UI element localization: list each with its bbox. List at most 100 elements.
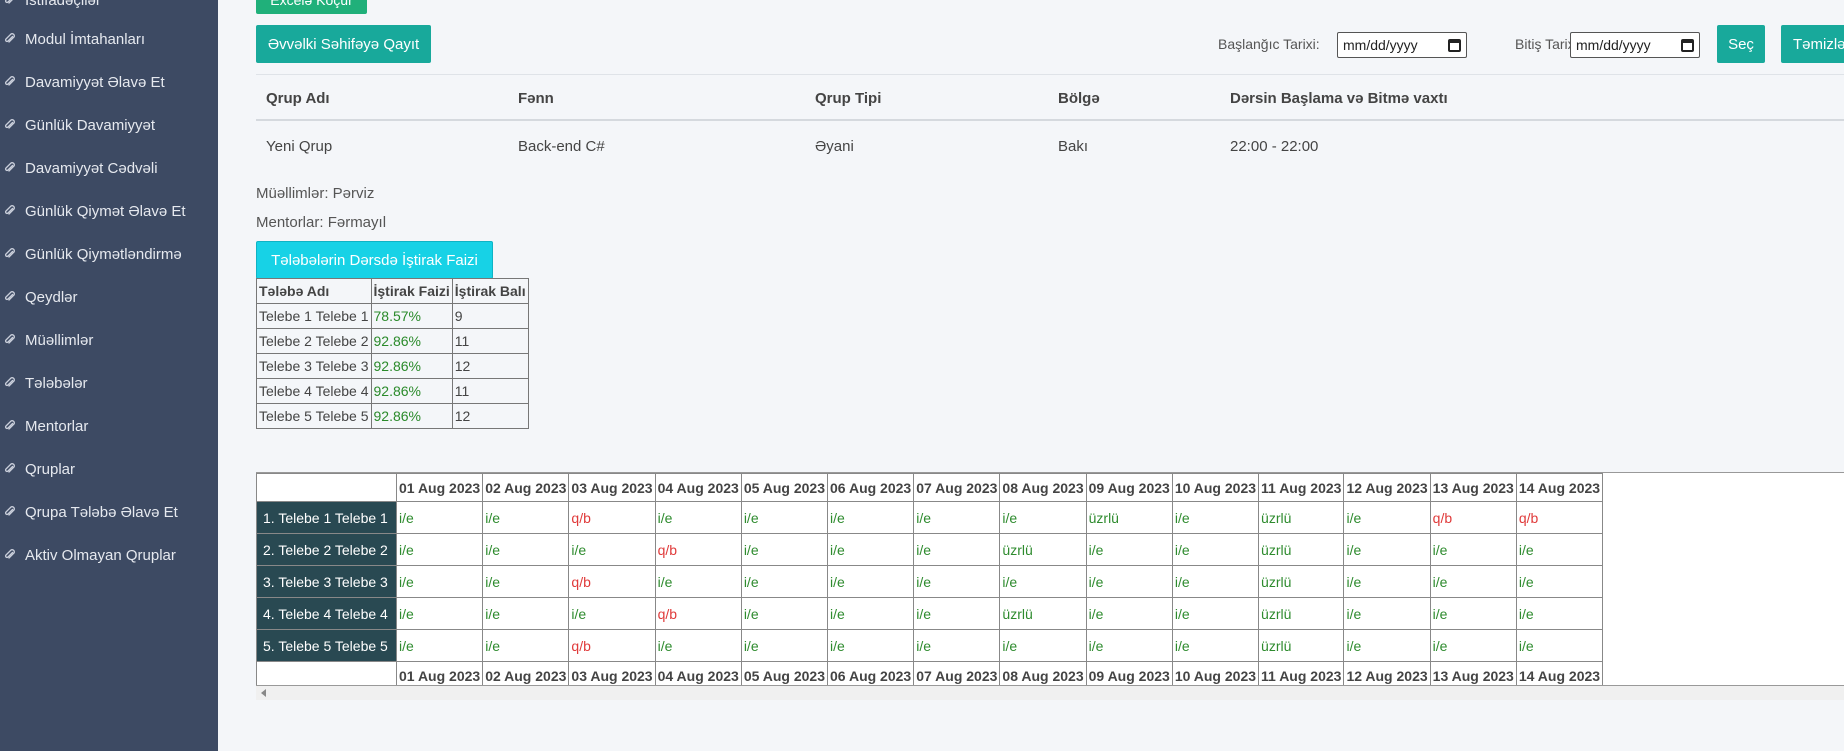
group-info-row: Yeni Qrup Back-end C# Əyani Bakı 22:00 -…	[256, 123, 1844, 170]
calendar-icon[interactable]	[1681, 38, 1694, 52]
sidebar-item[interactable]: Aktiv Olmayan Qruplar	[0, 535, 218, 575]
attendance-mark: i/e	[1515, 565, 1604, 598]
attendance-mark: i/e	[1515, 533, 1604, 566]
attendance-mark: i/e	[1085, 533, 1173, 566]
attendance-mark: i/e	[999, 629, 1087, 662]
header-participation-score: İştirak Balı	[451, 278, 529, 304]
attendance-table-wrapper[interactable]: 01 Aug 2023 02 Aug 2023 03 Aug 2023 04 Aug …	[256, 472, 1844, 686]
paperclip-icon	[4, 549, 15, 559]
sidebar-item[interactable]: Qrupa Tələbə Əlavə Et	[0, 492, 218, 532]
participation-percent: 78.57%	[370, 303, 453, 329]
attendance-mark: i/e	[482, 597, 570, 630]
start-date-input[interactable]: mm/dd/yyyy	[1337, 32, 1467, 58]
student-name: Telebe 5 Telebe 5	[256, 403, 372, 429]
attendance-date-row: 01 Aug 2023 02 Aug 2023 03 Aug 2023 04 Aug …	[256, 473, 1604, 502]
date-header: 02 Aug 2023	[482, 473, 570, 502]
export-excel-button[interactable]: Excelə Köçür	[256, 0, 367, 14]
attendance-mark: i/e	[395, 533, 484, 566]
paperclip-icon	[4, 119, 15, 129]
attendance-mark: i/e	[1171, 597, 1260, 630]
sidebar-item[interactable]: Günlük Qiymət Əlavə Et	[0, 191, 218, 231]
attendance-mark: i/e	[482, 533, 570, 566]
attendance-mark: üzrlü	[1258, 629, 1345, 662]
attendance-mark: q/b	[568, 501, 656, 534]
date-header: 11 Aug 2023	[1258, 473, 1345, 502]
sidebar-item[interactable]: Müəllimlər	[0, 320, 218, 360]
group-info-header: Qrup Adı Fənn Qrup Tipi Bölgə Dərsin Baş…	[256, 74, 1844, 121]
attendance-mark: i/e	[1343, 533, 1431, 566]
attendance-row: 5. Telebe 5 Telebe 5 i/e i/e q/b i/e i/e i/e i/…	[256, 629, 1604, 662]
participation-score: 11	[451, 328, 529, 354]
attendance-row: 2. Telebe 2 Telebe 2 i/e i/e i/e q/b i/e i/e i/…	[256, 533, 1604, 566]
date-header: 13 Aug 2023	[1429, 473, 1517, 502]
attendance-mark: q/b	[1429, 501, 1517, 534]
end-date-placeholder: mm/dd/yyyy	[1576, 37, 1651, 53]
participation-row: Telebe 3 Telebe 3 92.86% 12	[256, 353, 529, 379]
participation-percent: 92.86%	[370, 378, 453, 404]
attendance-row: 4. Telebe 4 Telebe 4 i/e i/e i/e q/b i/e i/e i/…	[256, 597, 1604, 630]
date-header: 12 Aug 2023	[1343, 661, 1431, 685]
sidebar-item-label: İstifadəçilər	[25, 0, 101, 9]
sidebar-item[interactable]: Mentorlar	[0, 406, 218, 446]
attendance-mark: i/e	[1515, 597, 1604, 630]
participation-percent: 92.86%	[370, 403, 453, 429]
corner-cell	[256, 473, 397, 502]
sidebar-item[interactable]: Davamiyyət Əlavə Et	[0, 62, 218, 102]
sidebar-item-label: Davamiyyət Əlavə Et	[25, 73, 165, 91]
sidebar-item[interactable]: Modul İmtahanları	[0, 19, 218, 59]
date-header: 06 Aug 2023	[827, 661, 915, 685]
sidebar-item[interactable]: Tələbələr	[0, 363, 218, 403]
attendance-mark: i/e	[1343, 597, 1431, 630]
select-button[interactable]: Seç	[1717, 25, 1765, 63]
attendance-mark: i/e	[1429, 565, 1517, 598]
main-content: Excelə Köçür Əvvəlki Səhifəyə Qayıt Başl…	[218, 0, 1844, 751]
student-row-header: 1. Telebe 1 Telebe 1	[256, 501, 397, 534]
date-header: 09 Aug 2023	[1085, 473, 1173, 502]
paperclip-icon	[4, 0, 13, 4]
attendance-mark: i/e	[568, 533, 656, 566]
horizontal-scrollbar[interactable]	[256, 686, 1844, 700]
attendance-mark: i/e	[827, 533, 915, 566]
sidebar-item-label: Aktiv Olmayan Qruplar	[25, 546, 176, 564]
participation-row: Telebe 4 Telebe 4 92.86% 11	[256, 378, 529, 404]
attendance-mark: q/b	[654, 533, 742, 566]
clear-button[interactable]: Təmizlə	[1781, 25, 1844, 63]
attendance-mark: i/e	[999, 565, 1087, 598]
attendance-mark: i/e	[913, 533, 1001, 566]
date-header: 03 Aug 2023	[568, 473, 656, 502]
attendance-row: 1. Telebe 1 Telebe 1 i/e i/e q/b i/e i/e i/e i/…	[256, 501, 1604, 534]
attendance-mark: i/e	[913, 501, 1001, 534]
attendance-mark: i/e	[740, 533, 829, 566]
sidebar-item[interactable]: Günlük Davamiyyət	[0, 105, 218, 145]
attendance-mark: i/e	[482, 501, 570, 534]
sidebar-item[interactable]: Qruplar	[0, 449, 218, 489]
sidebar-item[interactable]: Günlük Qiymətləndirmə	[0, 234, 218, 274]
sidebar-item[interactable]: İstifadəçilər	[0, 0, 218, 20]
participation-row: Telebe 1 Telebe 1 78.57% 9	[256, 303, 529, 329]
sidebar-item[interactable]: Davamiyyət Cədvəli	[0, 148, 218, 188]
date-header: 14 Aug 2023	[1515, 661, 1604, 685]
end-date-input[interactable]: mm/dd/yyyy	[1570, 32, 1700, 58]
group-name: Yeni Qrup	[266, 138, 333, 155]
sidebar-item[interactable]: Qeydlər	[0, 277, 218, 317]
student-row-header: 3. Telebe 3 Telebe 3	[256, 565, 397, 598]
date-header: 04 Aug 2023	[654, 661, 742, 685]
attendance-mark: i/e	[740, 565, 829, 598]
attendance-mark: i/e	[395, 501, 484, 534]
date-header: 09 Aug 2023	[1085, 661, 1173, 685]
corner-cell	[256, 661, 397, 685]
student-name: Telebe 1 Telebe 1	[256, 303, 372, 329]
student-row-header: 5. Telebe 5 Telebe 5	[256, 629, 397, 662]
attendance-mark: i/e	[395, 565, 484, 598]
participation-score: 11	[451, 378, 529, 404]
calendar-icon[interactable]	[1448, 38, 1461, 52]
back-button[interactable]: Əvvəlki Səhifəyə Qayıt	[256, 25, 431, 63]
paperclip-icon	[4, 162, 15, 172]
date-header: 04 Aug 2023	[654, 473, 742, 502]
participation-button[interactable]: Tələbələrin Dərsdə İştirak Faizi	[256, 241, 493, 279]
scroll-left-icon[interactable]	[261, 689, 266, 697]
student-name: Telebe 4 Telebe 4	[256, 378, 372, 404]
header-group-type: Qrup Tipi	[815, 90, 882, 107]
attendance-mark: i/e	[1085, 629, 1173, 662]
date-header: 10 Aug 2023	[1171, 661, 1260, 685]
